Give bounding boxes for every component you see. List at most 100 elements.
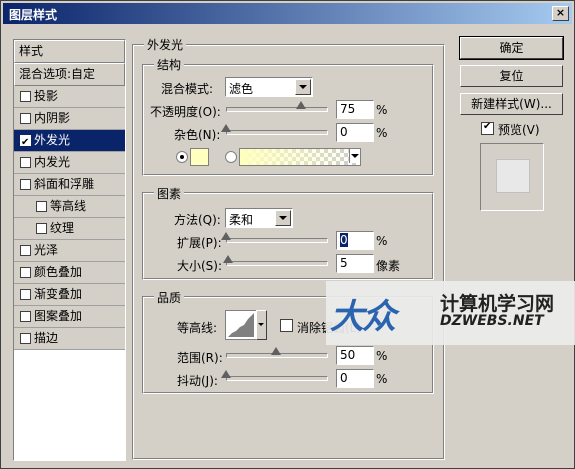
opacity-input[interactable]: 75	[336, 100, 374, 119]
sidebar-item[interactable]: 投影	[14, 86, 125, 108]
structure-title: 结构	[154, 56, 185, 73]
size-label: 大小(S):	[177, 259, 223, 273]
range-unit: %	[376, 349, 388, 363]
site-watermark: 大众 计算机学习网 DZWEBS.NET	[326, 281, 575, 345]
reset-button[interactable]: 复位	[460, 65, 563, 87]
noise-slider-track[interactable]	[226, 130, 328, 135]
styles-header[interactable]: 样式	[14, 40, 125, 63]
range-label: 范围(R):	[177, 351, 223, 365]
blend-mode-select[interactable]: 滤色	[225, 77, 313, 97]
style-checkbox[interactable]	[20, 113, 31, 124]
gradient-picker[interactable]	[239, 148, 361, 166]
style-checkbox[interactable]	[20, 157, 31, 168]
sidebar-item-label: 等高线	[50, 199, 87, 213]
sidebar-item[interactable]: 等高线	[14, 196, 125, 218]
sidebar-item[interactable]: 斜面和浮雕	[14, 174, 125, 196]
spread-label: 扩展(P):	[177, 236, 222, 250]
range-slider-thumb[interactable]	[271, 347, 281, 355]
jitter-label: 抖动(J):	[177, 374, 218, 388]
blending-options-item[interactable]: 混合选项:自定	[14, 63, 125, 86]
watermark-url: DZWEBS.NET	[440, 313, 544, 329]
style-checkbox[interactable]	[20, 245, 31, 256]
style-checkbox[interactable]	[20, 91, 31, 102]
chevron-down-icon	[351, 154, 359, 158]
jitter-value: 0	[340, 371, 348, 385]
contour-dropdown-arrow[interactable]	[256, 310, 267, 340]
opacity-value: 75	[340, 102, 356, 116]
style-checkbox[interactable]	[20, 289, 31, 300]
gradient-radio[interactable]	[225, 151, 237, 163]
style-checkbox[interactable]	[20, 333, 31, 344]
checkmark-icon: ✔	[483, 121, 492, 132]
technique-label: 方法(Q):	[174, 213, 221, 227]
sidebar-item-label: 描边	[34, 331, 59, 345]
technique-select[interactable]: 柔和	[225, 208, 293, 228]
elements-title: 图素	[154, 185, 185, 202]
style-checkbox[interactable]	[20, 179, 31, 190]
noise-unit: %	[376, 126, 388, 140]
gradient-dropdown-arrow[interactable]	[349, 149, 360, 163]
style-checkbox[interactable]: ✔	[20, 135, 31, 148]
size-input[interactable]: 5	[336, 254, 374, 273]
jitter-unit: %	[376, 372, 388, 386]
sidebar-item-label: 投影	[34, 89, 59, 103]
preview-checkbox[interactable]: ✔	[481, 121, 494, 135]
solid-color-radio[interactable]	[176, 151, 188, 163]
noise-label: 杂色(N):	[174, 128, 221, 142]
style-checkbox[interactable]	[20, 267, 31, 278]
sidebar-item-label: 斜面和浮雕	[34, 177, 95, 191]
sidebar-item[interactable]: 渐变叠加	[14, 284, 125, 306]
style-checkbox[interactable]	[36, 201, 47, 212]
checkmark-icon: ✔	[21, 137, 30, 148]
technique-value: 柔和	[229, 213, 254, 227]
contour-picker[interactable]	[225, 310, 257, 340]
sidebar-item-label: 光泽	[34, 243, 59, 257]
spread-slider-thumb[interactable]	[221, 232, 231, 240]
title-bar[interactable]: 图层样式 ×	[3, 3, 572, 24]
glow-color-swatch[interactable]	[190, 148, 209, 166]
sidebar-item[interactable]: 图案叠加	[14, 306, 125, 328]
sidebar-item[interactable]: 内阴影	[14, 108, 125, 130]
opacity-slider-track[interactable]	[226, 107, 328, 112]
sidebar-item[interactable]: 内发光	[14, 152, 125, 174]
close-button[interactable]: ×	[552, 6, 569, 21]
spread-value: 0	[340, 233, 348, 247]
sidebar-item-label: 内发光	[34, 155, 71, 169]
spread-slider-track[interactable]	[226, 238, 328, 243]
chevron-down-icon	[295, 79, 311, 95]
noise-slider-thumb[interactable]	[221, 124, 231, 132]
jitter-input[interactable]: 0	[336, 369, 374, 388]
preview-thumbnail	[480, 143, 544, 211]
jitter-slider-thumb[interactable]	[221, 370, 231, 378]
preview-label: 预览(V)	[498, 123, 540, 137]
range-input[interactable]: 50	[336, 346, 374, 365]
blend-mode-label: 混合模式:	[161, 82, 214, 96]
opacity-slider-thumb[interactable]	[296, 101, 306, 109]
size-slider-thumb[interactable]	[223, 255, 233, 263]
ok-button[interactable]: 确定	[459, 36, 564, 60]
quality-title: 品质	[154, 289, 185, 306]
blend-mode-value: 滤色	[229, 82, 254, 96]
spread-input[interactable]: 0	[336, 231, 374, 250]
sidebar-item[interactable]: ✔ 外发光	[14, 130, 125, 152]
contour-label: 等高线:	[177, 321, 218, 335]
opacity-label: 不透明度(O):	[150, 105, 221, 119]
sidebar-item[interactable]: 颜色叠加	[14, 262, 125, 284]
sidebar-item[interactable]: 纹理	[14, 218, 125, 240]
sidebar-item[interactable]: 描边	[14, 328, 125, 350]
sidebar-item-label: 图案叠加	[34, 309, 83, 323]
noise-input[interactable]: 0	[336, 123, 374, 142]
sidebar-item-label: 内阴影	[34, 111, 71, 125]
jitter-slider-track[interactable]	[226, 376, 328, 381]
opacity-unit: %	[376, 103, 388, 117]
sidebar-item-label: 纹理	[50, 221, 75, 235]
size-value: 5	[340, 256, 348, 270]
contour-curve-icon	[228, 313, 254, 337]
style-checkbox[interactable]	[20, 311, 31, 322]
size-slider-track[interactable]	[226, 261, 328, 266]
style-checkbox[interactable]	[36, 223, 47, 234]
antialias-checkbox[interactable]	[280, 319, 293, 332]
sidebar-item[interactable]: 光泽	[14, 240, 125, 262]
range-value: 50	[340, 348, 356, 362]
new-style-button[interactable]: 新建样式(W)...	[460, 93, 563, 115]
